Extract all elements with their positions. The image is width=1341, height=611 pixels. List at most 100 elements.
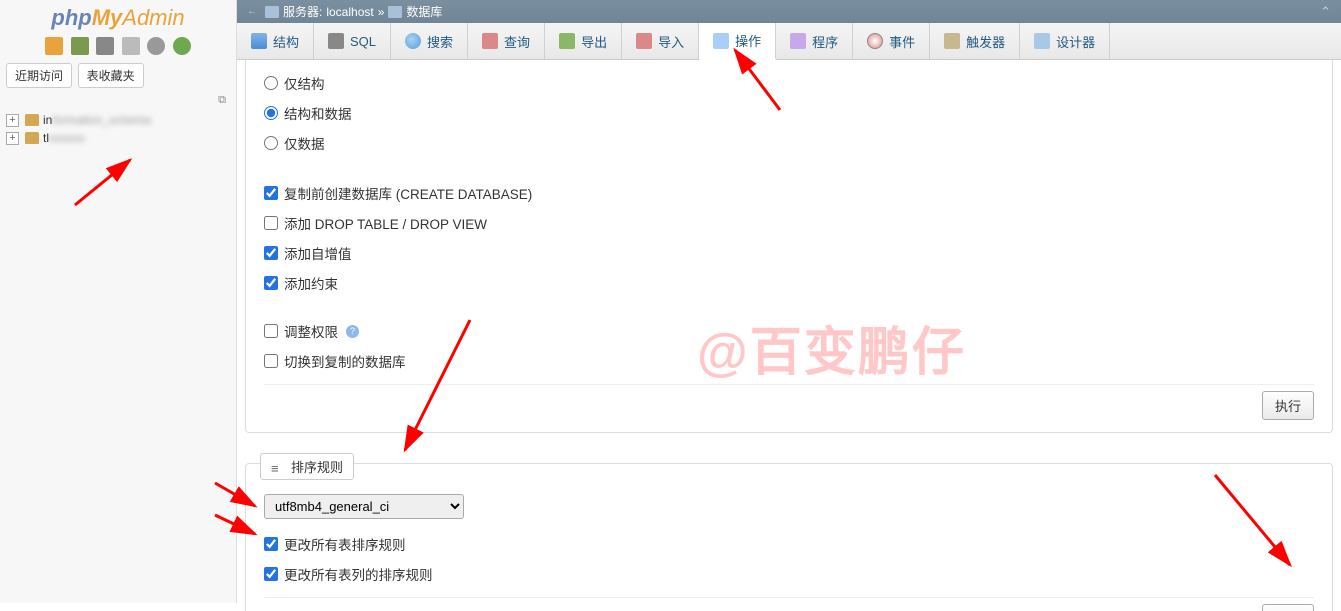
database-item[interactable]: + tlxxxxxx <box>6 129 230 147</box>
bc-sep: » <box>378 5 385 19</box>
tab-routines[interactable]: 程序 <box>776 23 853 59</box>
checkbox-input[interactable] <box>264 567 278 581</box>
logo[interactable]: phpMyAdmin <box>0 0 236 33</box>
operations-icon <box>713 33 729 49</box>
panel-title-text: 排序规则 <box>291 457 343 476</box>
collapse-icon[interactable]: ← <box>247 6 257 17</box>
bc-db-label[interactable]: 数据库 <box>406 3 442 20</box>
structure-icon <box>251 33 267 49</box>
bc-server-value[interactable]: localhost <box>326 5 373 19</box>
execute-button[interactable]: 执行 <box>1262 391 1314 420</box>
settings-icon[interactable] <box>147 37 165 55</box>
check-switch-database[interactable]: 切换到复制的数据库 <box>264 346 1314 376</box>
collation-panel: 排序规则 utf8mb4_general_ci 更改所有表排序规则 更改所有表列… <box>245 463 1333 611</box>
checkbox-input[interactable] <box>264 246 278 260</box>
checkbox-label: 调整权限 <box>284 321 338 341</box>
checkbox-input[interactable] <box>264 186 278 200</box>
database-list: + information_schema + tlxxxxxx <box>0 109 236 149</box>
logo-admin: Admin <box>122 5 184 30</box>
tabs: 结构 SQL 搜索 查询导出 导入操作 程序事件 触发器 设计器 <box>237 23 1341 60</box>
sql-icon[interactable] <box>96 37 114 55</box>
home-icon[interactable] <box>45 37 63 55</box>
database-icon <box>388 6 402 18</box>
database-item[interactable]: + information_schema <box>6 111 230 129</box>
content: 仅结构 结构和数据 仅数据 复制前创建数据库 (CREATE DATABASE)… <box>237 60 1341 611</box>
search-icon <box>405 33 421 49</box>
tab-label: 设计器 <box>1056 32 1095 51</box>
breadcrumb: ← 服务器: localhost » 数据库 ⌃ <box>237 0 1341 23</box>
tab-label: SQL <box>350 34 376 49</box>
tab-label: 触发器 <box>966 32 1005 51</box>
panel-title: 排序规则 <box>260 453 354 480</box>
tab-triggers[interactable]: 触发器 <box>930 23 1020 59</box>
routines-icon <box>790 33 806 49</box>
radio-structure-and-data[interactable]: 结构和数据 <box>264 98 1314 128</box>
logout-icon[interactable] <box>71 37 89 55</box>
checkbox-label: 添加约束 <box>284 273 338 293</box>
checkbox-label: 更改所有表排序规则 <box>284 534 406 554</box>
radio-label: 结构和数据 <box>284 103 352 123</box>
checkbox-input[interactable] <box>264 324 278 338</box>
checkbox-input[interactable] <box>264 276 278 290</box>
server-icon <box>265 6 279 18</box>
checkbox-input[interactable] <box>264 354 278 368</box>
database-name: information_schema <box>43 113 151 127</box>
tab-sql[interactable]: SQL <box>314 23 391 59</box>
check-add-drop[interactable]: 添加 DROP TABLE / DROP VIEW <box>264 208 1314 238</box>
tab-label: 结构 <box>273 32 299 51</box>
radio-input[interactable] <box>264 106 278 120</box>
refresh-icon[interactable] <box>173 37 191 55</box>
help-icon[interactable]: ? <box>346 325 359 338</box>
database-icon <box>25 132 39 144</box>
main: ← 服务器: localhost » 数据库 ⌃ 结构 SQL 搜索 查询导出 导入操作… <box>237 0 1341 603</box>
designer-icon <box>1034 33 1050 49</box>
radio-input[interactable] <box>264 76 278 90</box>
checkbox-input[interactable] <box>264 537 278 551</box>
execute-button[interactable]: 执行 <box>1262 604 1314 611</box>
export-icon <box>559 33 575 49</box>
sidebar-nav-buttons: 近期访问 表收藏夹 <box>0 59 236 92</box>
check-change-all-tables[interactable]: 更改所有表排序规则 <box>264 529 1314 559</box>
tab-export[interactable]: 导出 <box>545 23 622 59</box>
radio-structure-only[interactable]: 仅结构 <box>264 68 1314 98</box>
radio-label: 仅数据 <box>284 133 325 153</box>
favorites-button[interactable]: 表收藏夹 <box>78 63 144 88</box>
expand-icon[interactable]: + <box>6 114 19 127</box>
tab-query[interactable]: 查询 <box>468 23 545 59</box>
checkbox-label: 添加 DROP TABLE / DROP VIEW <box>284 213 487 233</box>
database-name: tlxxxxxx <box>43 131 85 145</box>
link-indicator[interactable]: ⧉ <box>0 92 236 109</box>
tab-designer[interactable]: 设计器 <box>1020 23 1110 59</box>
radio-input[interactable] <box>264 136 278 150</box>
tab-label: 导入 <box>658 32 684 51</box>
tab-operations[interactable]: 操作 <box>699 23 776 60</box>
check-auto-increment[interactable]: 添加自增值 <box>264 238 1314 268</box>
tab-search[interactable]: 搜索 <box>391 23 468 59</box>
database-icon <box>25 114 39 126</box>
sidebar-toolbar <box>0 33 236 59</box>
tab-structure[interactable]: 结构 <box>237 23 314 59</box>
logo-my: My <box>92 5 123 30</box>
checkbox-label: 切换到复制的数据库 <box>284 351 406 371</box>
radio-data-only[interactable]: 仅数据 <box>264 128 1314 158</box>
check-create-database[interactable]: 复制前创建数据库 (CREATE DATABASE) <box>264 178 1314 208</box>
check-constraints[interactable]: 添加约束 <box>264 268 1314 298</box>
docs-icon[interactable] <box>122 37 140 55</box>
collation-select[interactable]: utf8mb4_general_ci <box>264 494 464 519</box>
query-icon <box>482 33 498 49</box>
radio-label: 仅结构 <box>284 73 325 93</box>
tab-events[interactable]: 事件 <box>853 23 930 59</box>
events-icon <box>867 33 883 49</box>
sql-icon <box>328 33 344 49</box>
checkbox-label: 添加自增值 <box>284 243 352 263</box>
check-change-all-columns[interactable]: 更改所有表列的排序规则 <box>264 559 1314 589</box>
sidebar: phpMyAdmin 近期访问 表收藏夹 ⧉ + information_sch… <box>0 0 237 603</box>
tab-label: 查询 <box>504 32 530 51</box>
recent-button[interactable]: 近期访问 <box>6 63 72 88</box>
checkbox-input[interactable] <box>264 216 278 230</box>
tab-label: 程序 <box>812 32 838 51</box>
check-adjust-privileges[interactable]: 调整权限 ? <box>264 316 1314 346</box>
tab-import[interactable]: 导入 <box>622 23 699 59</box>
collapse-top-icon[interactable]: ⌃ <box>1320 4 1331 20</box>
expand-icon[interactable]: + <box>6 132 19 145</box>
